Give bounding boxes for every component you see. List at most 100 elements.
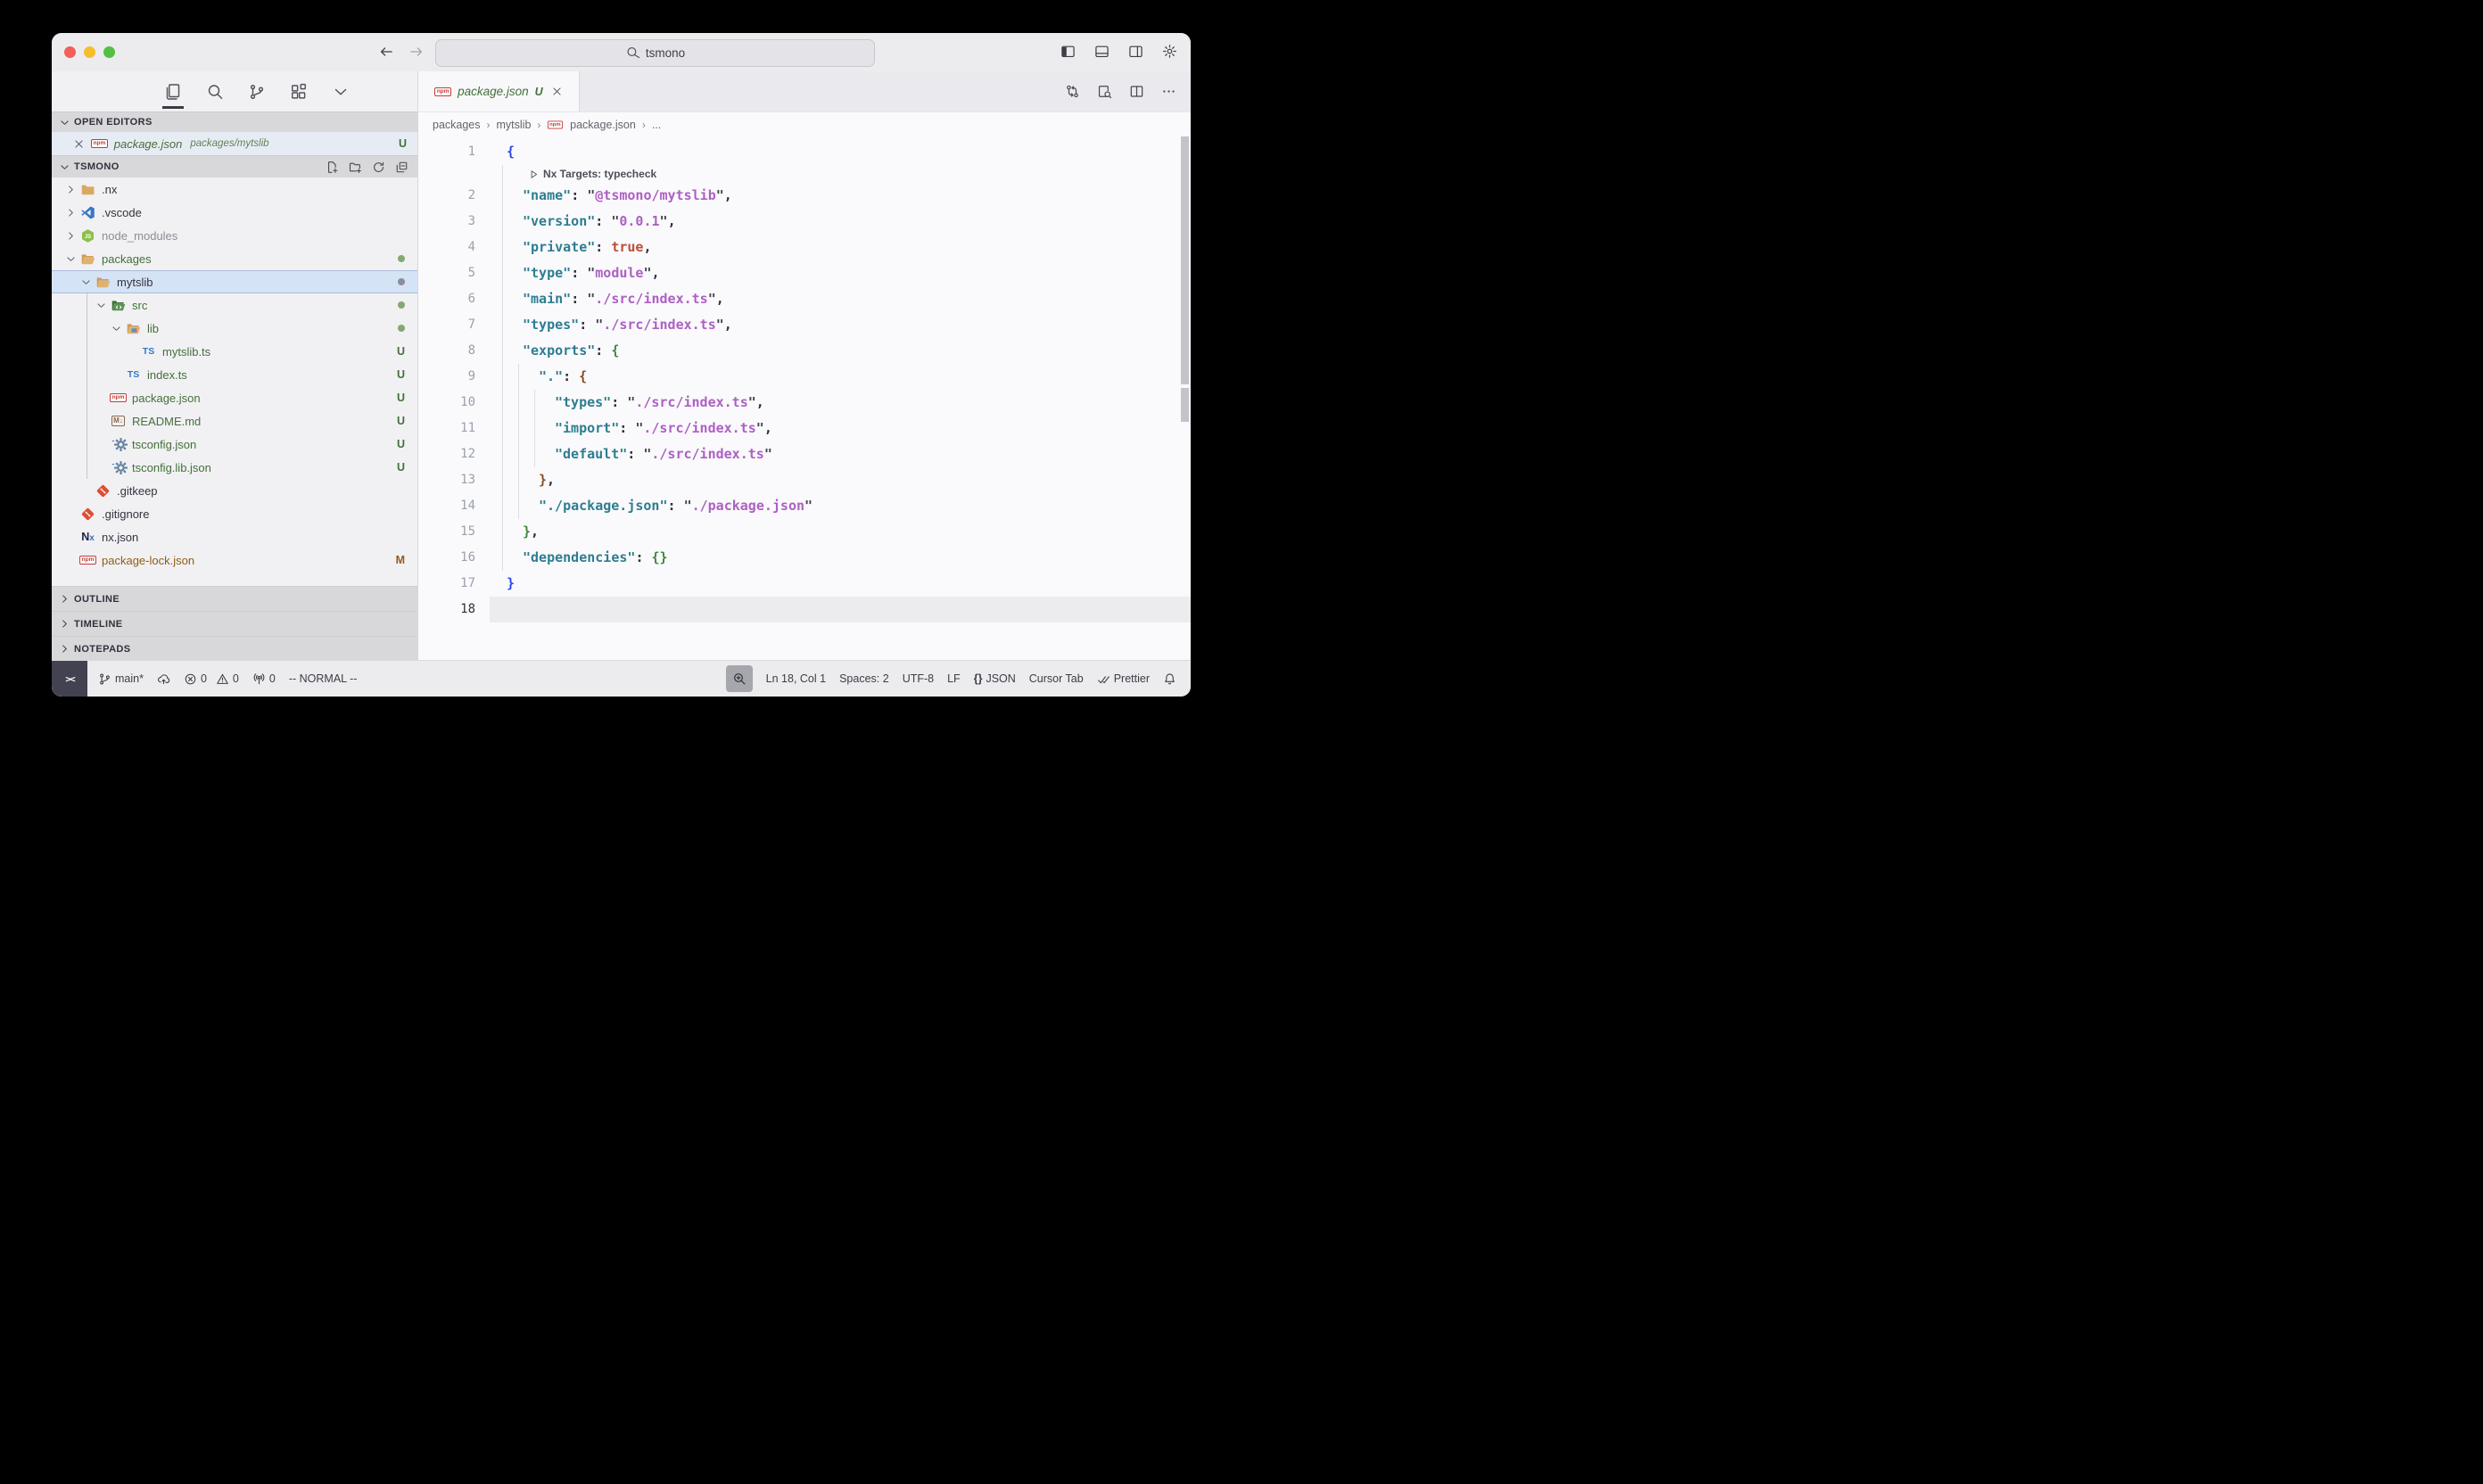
tree-item--gitkeep[interactable]: .gitkeep <box>52 479 417 502</box>
status-item-normal[interactable]: -- NORMAL -- <box>289 672 358 685</box>
npm-icon: npm <box>79 556 96 565</box>
close-editor-icon[interactable] <box>73 138 85 150</box>
breadcrumb-item[interactable]: package.json <box>570 119 636 131</box>
new-folder-icon[interactable] <box>349 161 362 174</box>
code-line-2: 2"name": "@tsmono/mytslib", <box>418 183 1191 209</box>
status-item-utf-8[interactable]: UTF-8 <box>903 672 934 685</box>
chevron-down-icon[interactable] <box>332 83 350 101</box>
tab-bar: npm package.json U <box>418 71 1191 112</box>
new-file-icon[interactable] <box>326 161 339 174</box>
tree-item-packages[interactable]: packages <box>52 247 417 270</box>
status-item-bell-icon[interactable] <box>1163 672 1176 686</box>
indent-guide <box>502 235 503 260</box>
indent-guide <box>502 260 503 286</box>
tree-item-lib[interactable]: lib <box>52 317 417 340</box>
status-item-json[interactable]: {}JSON <box>974 672 1016 685</box>
codelens-run-target[interactable]: Nx Targets: typecheck <box>418 165 1191 183</box>
code-editor[interactable]: 1{Nx Targets: typecheck2"name": "@tsmono… <box>418 136 1191 661</box>
tree-item--nx[interactable]: .nx <box>52 177 417 201</box>
status-item-cloud-upload-icon[interactable] <box>157 672 170 686</box>
tree-item-mytslib-ts[interactable]: TSmytslib.tsU <box>52 340 417 363</box>
tree-item-label: .nx <box>102 183 117 196</box>
breadcrumb-item[interactable]: ... <box>652 119 661 131</box>
tree-item-tsconfig-json[interactable]: TStsconfig.jsonU <box>52 433 417 456</box>
more-actions-icon[interactable] <box>1161 84 1176 99</box>
layout-sidebar-left-icon[interactable] <box>1060 44 1076 59</box>
chevron-right-icon[interactable] <box>64 230 78 242</box>
line-number: 3 <box>418 209 475 235</box>
open-preview-icon[interactable] <box>1097 84 1112 99</box>
zoom-indicator[interactable] <box>726 665 753 692</box>
line-number: 10 <box>418 390 475 416</box>
editor-scrollbar-decoration[interactable] <box>1181 386 1189 422</box>
editor-scrollbar[interactable] <box>1181 136 1189 384</box>
status-item-cursor-tab[interactable]: Cursor Tab <box>1029 672 1084 685</box>
tree-item-package-json[interactable]: npmpackage.jsonU <box>52 386 417 409</box>
layout-sidebar-right-icon[interactable] <box>1128 44 1143 59</box>
go-forward-button[interactable] <box>408 44 425 60</box>
tree-item-readme-md[interactable]: M↓README.mdU <box>52 409 417 433</box>
status-item-spaces-2[interactable]: Spaces: 2 <box>839 672 889 685</box>
chevron-right-icon[interactable] <box>64 207 78 218</box>
indent-guide <box>502 441 503 467</box>
explorer-section-header[interactable]: TSMONO <box>52 155 417 177</box>
tree-item-node-modules[interactable]: JSnode_modules <box>52 224 417 247</box>
status-item-prettier[interactable]: Prettier <box>1097 672 1150 686</box>
go-back-button[interactable] <box>378 44 394 60</box>
extensions-icon[interactable] <box>290 83 308 101</box>
close-icon[interactable] <box>551 86 563 97</box>
open-editors-header[interactable]: OPEN EDITORS <box>52 111 417 132</box>
git-compare-icon[interactable] <box>1065 84 1080 99</box>
section-header-timeline[interactable]: TIMELINE <box>52 611 417 636</box>
chevron-right-icon[interactable] <box>64 184 78 195</box>
chevron-down-icon[interactable] <box>110 323 123 334</box>
indent-guide <box>502 338 503 364</box>
tree-item-package-lock-json[interactable]: npmpackage-lock.jsonM <box>52 548 417 572</box>
tab-package-json[interactable]: npm package.json U <box>418 71 580 111</box>
collapse-all-icon[interactable] <box>395 161 408 174</box>
chevron-down-icon[interactable] <box>95 300 108 311</box>
chevron-down-icon[interactable] <box>64 253 78 265</box>
status-item-0[interactable]: 00 <box>184 672 239 686</box>
tree-item-src[interactable]: src <box>52 293 417 317</box>
desktop-background: tsmono OPEN EDITORS npmpackage.jsonpacka… <box>0 0 1242 742</box>
tree-item--vscode[interactable]: .vscode <box>52 201 417 224</box>
npm-icon: npm <box>110 393 127 402</box>
status-item-0[interactable]: 0 <box>252 672 276 686</box>
remote-indicator[interactable]: >< <box>52 661 87 697</box>
close-window-button[interactable] <box>64 46 76 58</box>
vscode-window: tsmono OPEN EDITORS npmpackage.jsonpacka… <box>52 33 1191 697</box>
status-item-main[interactable]: main* <box>98 672 144 686</box>
tree-item--gitignore[interactable]: .gitignore <box>52 502 417 525</box>
npm-icon: npm <box>91 139 108 148</box>
section-header-notepads[interactable]: NOTEPADS <box>52 636 417 661</box>
breadcrumb-item[interactable]: packages <box>433 119 481 131</box>
minimize-window-button[interactable] <box>84 46 95 58</box>
breadcrumb-separator: › <box>642 119 646 131</box>
open-editor-item[interactable]: npmpackage.jsonpackages/mytslibU <box>52 132 417 155</box>
tree-item-index-ts[interactable]: TSindex.tsU <box>52 363 417 386</box>
chevron-down-icon[interactable] <box>79 276 93 288</box>
section-header-outline[interactable]: OUTLINE <box>52 586 417 611</box>
refresh-icon[interactable] <box>372 161 385 174</box>
tree-item-tsconfig-lib-json[interactable]: TStsconfig.lib.jsonU <box>52 456 417 479</box>
command-center-search[interactable]: tsmono <box>435 39 875 67</box>
layout-panel-icon[interactable] <box>1094 44 1110 59</box>
source-control-icon[interactable] <box>248 83 266 101</box>
breadcrumb-item[interactable]: mytslib <box>497 119 532 131</box>
settings-gear-icon[interactable] <box>1162 44 1177 59</box>
tree-item-nx-json[interactable]: Nxnx.json <box>52 525 417 548</box>
code-line-8: 8"exports": { <box>418 338 1191 364</box>
status-item-ln-18-col-1[interactable]: Ln 18, Col 1 <box>766 672 826 685</box>
section-title: TIMELINE <box>74 619 123 630</box>
markdown-icon: M↓ <box>111 416 125 426</box>
vscode-icon <box>80 205 95 220</box>
zoom-window-button[interactable] <box>103 46 115 58</box>
tree-item-label: .gitkeep <box>117 484 158 498</box>
explorer-icon[interactable] <box>164 83 182 101</box>
split-editor-icon[interactable] <box>1129 84 1144 99</box>
status-item-lf[interactable]: LF <box>947 672 961 685</box>
tree-item-mytslib[interactable]: mytslib <box>52 270 417 293</box>
search-icon[interactable] <box>206 83 224 101</box>
indent-guide <box>518 364 519 390</box>
